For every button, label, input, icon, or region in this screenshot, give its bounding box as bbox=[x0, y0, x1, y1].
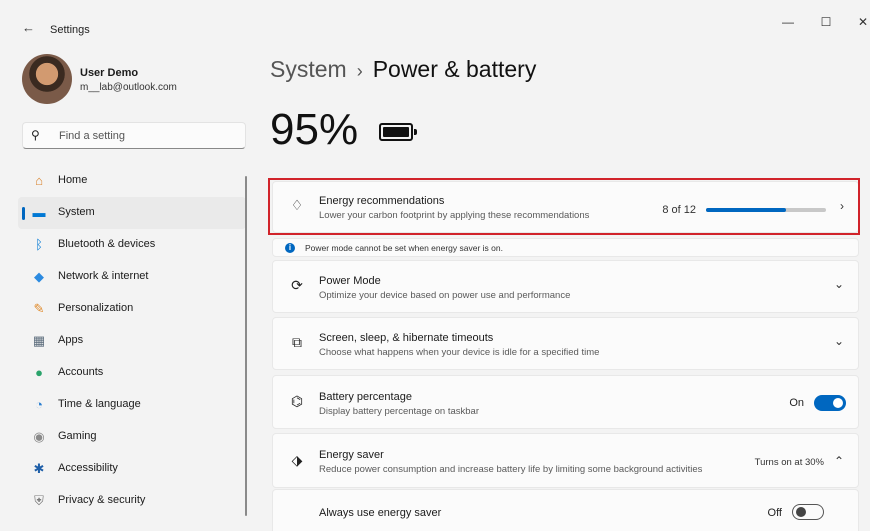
sidebar-item-label: Accessibility bbox=[58, 462, 118, 474]
always-energy-saver-toggle[interactable] bbox=[792, 504, 824, 520]
power-mode-card[interactable]: ⟳ Power Mode Optimize your device based … bbox=[272, 260, 859, 313]
system-icon: ▬ bbox=[32, 205, 46, 220]
sidebar-item-apps[interactable]: ▦ Apps bbox=[18, 325, 246, 357]
sidebar-item-bluetooth[interactable]: ᛒ Bluetooth & devices bbox=[18, 229, 246, 261]
chevron-down-icon[interactable]: ⌄ bbox=[834, 334, 844, 348]
settings-window: ← Settings — ☐ ✕ User Demo m__lab@outloo… bbox=[0, 0, 870, 531]
sidebar-item-label: Time & language bbox=[58, 398, 141, 410]
back-arrow-icon[interactable]: ← bbox=[22, 20, 35, 35]
gamepad-icon: ◉ bbox=[33, 429, 45, 444]
sidebar-item-label: Personalization bbox=[58, 302, 134, 314]
page-title: Power & battery bbox=[372, 56, 537, 82]
app-title: Settings bbox=[50, 24, 90, 36]
battery-percentage-card: ⌬ Battery percentage Display battery per… bbox=[272, 375, 859, 429]
sidebar-item-label: Privacy & security bbox=[58, 494, 146, 506]
breadcrumb-parent[interactable]: System bbox=[270, 56, 347, 82]
sidebar-item-accounts[interactable]: ● Accounts bbox=[18, 357, 246, 389]
search-icon: ⚲ bbox=[31, 128, 40, 142]
sidebar-item-label: Gaming bbox=[58, 430, 97, 442]
search-input[interactable]: ⚲ Find a setting bbox=[22, 122, 246, 149]
apps-icon: ▦ bbox=[32, 333, 46, 348]
battery-saver-icon: ⌬ bbox=[290, 393, 304, 409]
sidebar-item-label: Apps bbox=[58, 334, 84, 346]
selection-indicator bbox=[22, 207, 25, 220]
search-placeholder: Find a setting bbox=[59, 130, 126, 142]
card-title: Power Mode bbox=[319, 275, 381, 287]
sidebar-item-label: System bbox=[58, 206, 95, 218]
battery-icon bbox=[379, 123, 417, 141]
accessibility-icon: ✱ bbox=[33, 461, 45, 476]
breadcrumb-separator: › bbox=[356, 61, 363, 81]
notice-text: Power mode cannot be set when energy sav… bbox=[305, 243, 503, 253]
row-title: Always use energy saver bbox=[319, 507, 442, 519]
sidebar-item-time-language[interactable]: ◔ Time & language bbox=[18, 389, 246, 421]
brush-icon: ✎ bbox=[33, 301, 45, 316]
info-icon: i bbox=[285, 243, 295, 253]
battery-percentage-toggle[interactable] bbox=[814, 395, 846, 411]
sidebar-item-label: Bluetooth & devices bbox=[58, 238, 156, 250]
accounts-icon: ● bbox=[35, 365, 43, 380]
sidebar-item-privacy[interactable]: ⛨ Privacy & security bbox=[18, 485, 246, 517]
card-description: Reduce power consumption and increase ba… bbox=[319, 464, 703, 475]
toggle-state-label: On bbox=[789, 397, 804, 409]
energy-saver-card[interactable]: ⬗ Energy saver Reduce power consumption … bbox=[272, 433, 859, 488]
card-title: Screen, sleep, & hibernate timeouts bbox=[319, 332, 494, 344]
info-notice: i Power mode cannot be set when energy s… bbox=[272, 238, 859, 257]
minimize-button[interactable]: — bbox=[777, 15, 799, 35]
sidebar-item-system[interactable]: ▬ System bbox=[18, 197, 246, 229]
chevron-down-icon[interactable]: ⌄ bbox=[834, 277, 844, 291]
chevron-up-icon[interactable]: ⌃ bbox=[834, 454, 844, 468]
screen-timeout-icon: ⧉ bbox=[292, 334, 302, 350]
globe-clock-icon: ◔ bbox=[35, 397, 43, 412]
avatar[interactable] bbox=[22, 54, 72, 104]
sidebar-item-personalization[interactable]: ✎ Personalization bbox=[18, 293, 246, 325]
bluetooth-icon: ᛒ bbox=[35, 237, 43, 252]
sidebar-scrollbar[interactable] bbox=[245, 176, 247, 516]
card-title: Energy saver bbox=[319, 449, 384, 461]
toggle-state-label: Off bbox=[767, 507, 782, 519]
title-bar: ← Settings — ☐ ✕ bbox=[0, 12, 870, 44]
highlight-box bbox=[268, 178, 860, 235]
sidebar-item-gaming[interactable]: ◉ Gaming bbox=[18, 421, 246, 453]
user-name: User Demo bbox=[80, 67, 139, 79]
power-mode-icon: ⟳ bbox=[291, 277, 303, 293]
maximize-button[interactable]: ☐ bbox=[815, 15, 837, 35]
card-description: Optimize your device based on power use … bbox=[319, 290, 571, 301]
sidebar-item-network[interactable]: ◆ Network & internet bbox=[18, 261, 246, 293]
energy-saver-icon: ⬗ bbox=[291, 452, 303, 468]
wifi-icon: ◆ bbox=[34, 269, 44, 284]
sidebar-item-label: Accounts bbox=[58, 366, 104, 378]
breadcrumb: System › Power & battery bbox=[270, 56, 536, 83]
close-button[interactable]: ✕ bbox=[852, 15, 870, 35]
shield-icon: ⛨ bbox=[34, 493, 44, 508]
user-email: m__lab@outlook.com bbox=[80, 82, 177, 93]
card-title: Battery percentage bbox=[319, 391, 412, 403]
energy-saver-status: Turns on at 30% bbox=[754, 457, 824, 468]
home-icon: ⌂ bbox=[35, 173, 43, 188]
battery-percentage: 95% bbox=[270, 105, 359, 154]
sidebar-nav: ⌂ Home ▬ System ᛒ Bluetooth & devices ◆ … bbox=[18, 165, 246, 517]
sidebar-item-home[interactable]: ⌂ Home bbox=[18, 165, 246, 197]
screen-sleep-card[interactable]: ⧉ Screen, sleep, & hibernate timeouts Ch… bbox=[272, 317, 859, 370]
sidebar-item-label: Home bbox=[58, 174, 88, 186]
sidebar-item-accessibility[interactable]: ✱ Accessibility bbox=[18, 453, 246, 485]
sidebar-item-label: Network & internet bbox=[58, 270, 149, 282]
card-description: Choose what happens when your device is … bbox=[319, 347, 600, 358]
card-description: Display battery percentage on taskbar bbox=[319, 406, 480, 417]
always-energy-saver-row: Always use energy saver Off bbox=[272, 489, 859, 531]
